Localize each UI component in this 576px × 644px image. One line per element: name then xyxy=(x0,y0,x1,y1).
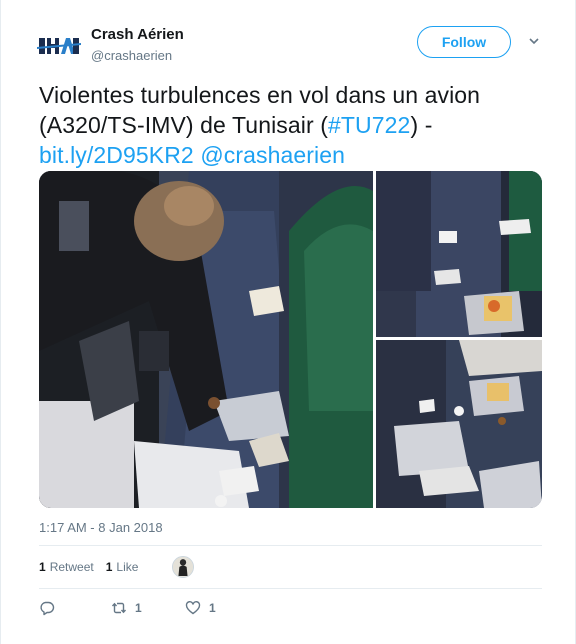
retweets-count: 1 xyxy=(39,560,46,574)
tweet-header: Crash Aérien @crashaerien Follow xyxy=(37,22,547,72)
follow-button[interactable]: Follow xyxy=(417,26,511,58)
tweet-stats: 1 Retweet 1 Like xyxy=(39,556,195,578)
retweet-count: 1 xyxy=(135,601,142,615)
likes-label: Like xyxy=(116,560,139,574)
heart-icon xyxy=(185,601,201,615)
media-photos xyxy=(39,171,542,508)
likes-stat[interactable]: 1 Like xyxy=(106,560,139,574)
retweets-stat[interactable]: 1 Retweet xyxy=(39,560,94,574)
display-name[interactable]: Crash Aérien xyxy=(91,26,184,43)
photo-main[interactable] xyxy=(39,171,373,508)
hashtag-link[interactable]: #TU722 xyxy=(328,112,410,138)
media-grid xyxy=(39,171,542,508)
tweet-text-line3: bit.ly/2D95KR2 @crashaerien xyxy=(39,140,549,170)
user-names[interactable]: Crash Aérien @crashaerien xyxy=(91,26,184,63)
likes-count: 1 xyxy=(105,560,113,574)
reply-button[interactable] xyxy=(39,600,55,616)
tweet-timestamp[interactable]: 1:17 AM - 8 Jan 2018 xyxy=(39,520,163,535)
tweet-text-line1: Violentes turbulences en vol dans un avi… xyxy=(39,82,481,108)
retweets-label: Retweet xyxy=(49,560,94,574)
tweet-actions: 1 1 xyxy=(39,600,339,620)
divider xyxy=(39,588,542,589)
tweet-text-line2: (A320/TS-IMV) de Tunisair (#TU722) - xyxy=(39,110,549,140)
chevron-down-icon[interactable] xyxy=(527,34,541,48)
liker-avatar[interactable] xyxy=(172,556,195,578)
photo-bottom-right[interactable] xyxy=(376,340,542,508)
tweet-text-segment: ) - xyxy=(410,112,433,138)
like-button[interactable]: 1 xyxy=(185,600,216,616)
mention-link[interactable]: @crashaerien xyxy=(200,142,345,168)
screen-name[interactable]: @crashaerien xyxy=(91,48,184,63)
crash-aerien-logo-icon xyxy=(37,36,81,56)
like-count: 1 xyxy=(209,601,216,615)
url-link[interactable]: bit.ly/2D95KR2 xyxy=(39,142,194,168)
tweet-text-segment: (A320/TS-IMV) de Tunisair ( xyxy=(39,112,329,138)
photo-top-right[interactable] xyxy=(376,171,542,337)
avatar[interactable] xyxy=(37,30,81,62)
person-icon xyxy=(173,557,194,576)
divider xyxy=(39,545,542,546)
retweet-button[interactable]: 1 xyxy=(111,600,142,616)
retweet-icon xyxy=(111,602,127,614)
reply-icon xyxy=(40,601,55,616)
tweet-card: Crash Aérien @crashaerien Follow Violent… xyxy=(0,0,576,644)
tweet-text: Violentes turbulences en vol dans un avi… xyxy=(39,80,549,170)
